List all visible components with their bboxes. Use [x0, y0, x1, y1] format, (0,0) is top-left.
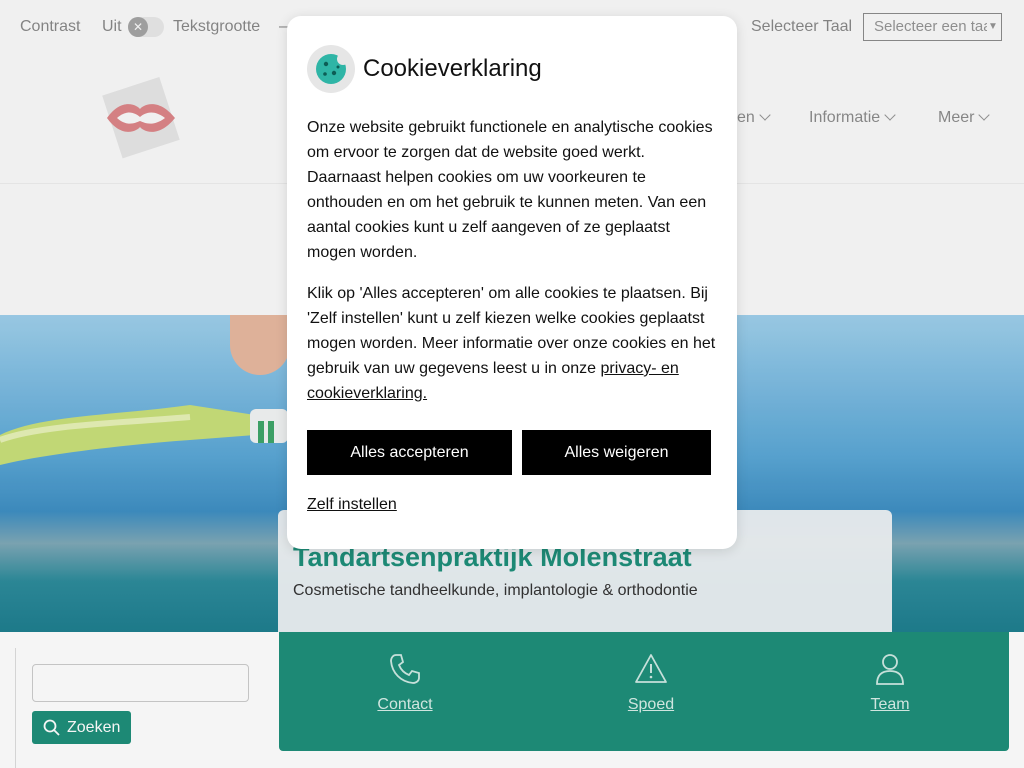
cookie-dialog: Cookieverklaring Onze website gebruikt f…	[287, 16, 737, 549]
cookie-paragraph-2: Klik op 'Alles accepteren' om alle cooki…	[307, 281, 719, 406]
cookie-dialog-title: Cookieverklaring	[363, 55, 542, 82]
cookie-icon	[307, 45, 355, 93]
reject-all-button[interactable]: Alles weigeren	[522, 430, 711, 475]
accept-all-button[interactable]: Alles accepteren	[307, 430, 512, 475]
cookie-paragraph-1: Onze website gebruikt functionele en ana…	[307, 119, 713, 261]
cookie-settings-link[interactable]: Zelf instellen	[307, 496, 397, 514]
